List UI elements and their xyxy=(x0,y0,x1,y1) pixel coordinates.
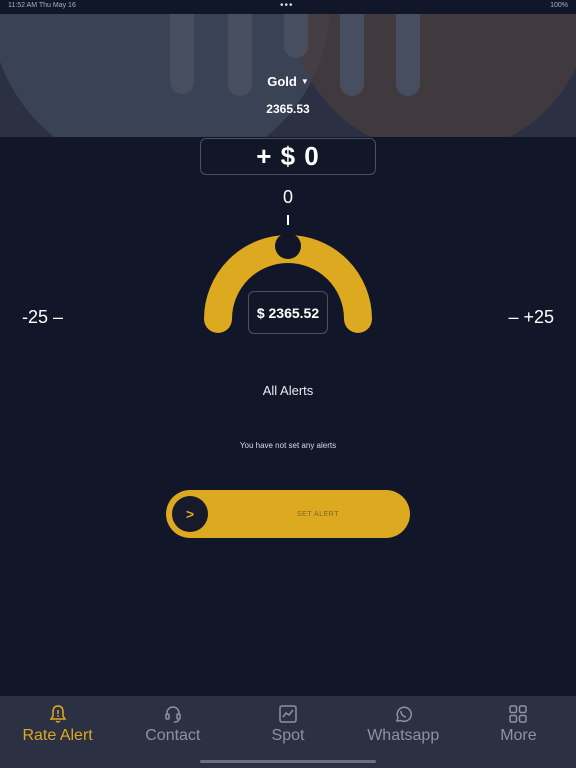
chevron-down-icon: ▼ xyxy=(300,77,309,86)
delta-display: + $ 0 xyxy=(200,138,376,175)
bell-icon xyxy=(49,705,66,723)
current-rate-box: $ 2365.52 xyxy=(248,291,328,334)
chevron-right-icon: > xyxy=(185,506,195,522)
set-alert-label: SET ALERT xyxy=(297,510,339,518)
header: Gold ▼ 2365.53 xyxy=(0,14,576,137)
decrease-25-button[interactable]: -25 – xyxy=(22,307,63,328)
battery-status: 100% xyxy=(550,2,568,9)
status-bar: 11:52 AM Thu May 16 ••• 100% xyxy=(0,0,576,14)
tab-label: Rate Alert xyxy=(22,727,93,744)
offset-value: 0 xyxy=(282,187,293,207)
tab-more[interactable]: More xyxy=(461,696,576,768)
status-time: 11:52 AM Thu May 16 xyxy=(8,2,76,9)
gauge-tick xyxy=(287,215,289,225)
all-alerts-title: All Alerts xyxy=(262,383,314,398)
tab-spot[interactable]: Spot xyxy=(230,696,345,768)
tab-label: More xyxy=(500,727,537,744)
metal-name: Gold xyxy=(267,74,297,89)
tab-label: Whatsapp xyxy=(367,727,440,744)
tab-label: Spot xyxy=(271,727,305,744)
tab-whatsapp[interactable]: Whatsapp xyxy=(346,696,461,768)
headset-icon xyxy=(165,706,181,723)
metal-dropdown[interactable]: Gold ▼ xyxy=(0,74,576,89)
grid-icon xyxy=(509,705,528,723)
tab-label: Contact xyxy=(145,727,201,744)
whatsapp-icon xyxy=(396,706,413,722)
multitask-dots[interactable]: ••• xyxy=(280,0,294,11)
chart-icon xyxy=(279,705,297,723)
empty-alerts-message: You have not set any alerts xyxy=(239,441,337,450)
increase-25-button[interactable]: – +25 xyxy=(508,307,554,328)
tab-bar: Rate Alert Contact Spot Whatsapp More xyxy=(0,696,576,768)
gauge-handle xyxy=(275,233,301,259)
home-indicator[interactable] xyxy=(200,760,376,763)
slider-knob[interactable]: > xyxy=(172,496,208,532)
rate-alert-screen: 11:52 AM Thu May 16 ••• 100% Gold ▼ 2365.… xyxy=(0,0,576,768)
tab-contact[interactable]: Contact xyxy=(115,696,230,768)
set-alert-slider[interactable]: > SET ALERT xyxy=(166,490,410,538)
metal-price: 2365.53 xyxy=(266,102,310,116)
tab-rate-alert[interactable]: Rate Alert xyxy=(0,696,115,768)
